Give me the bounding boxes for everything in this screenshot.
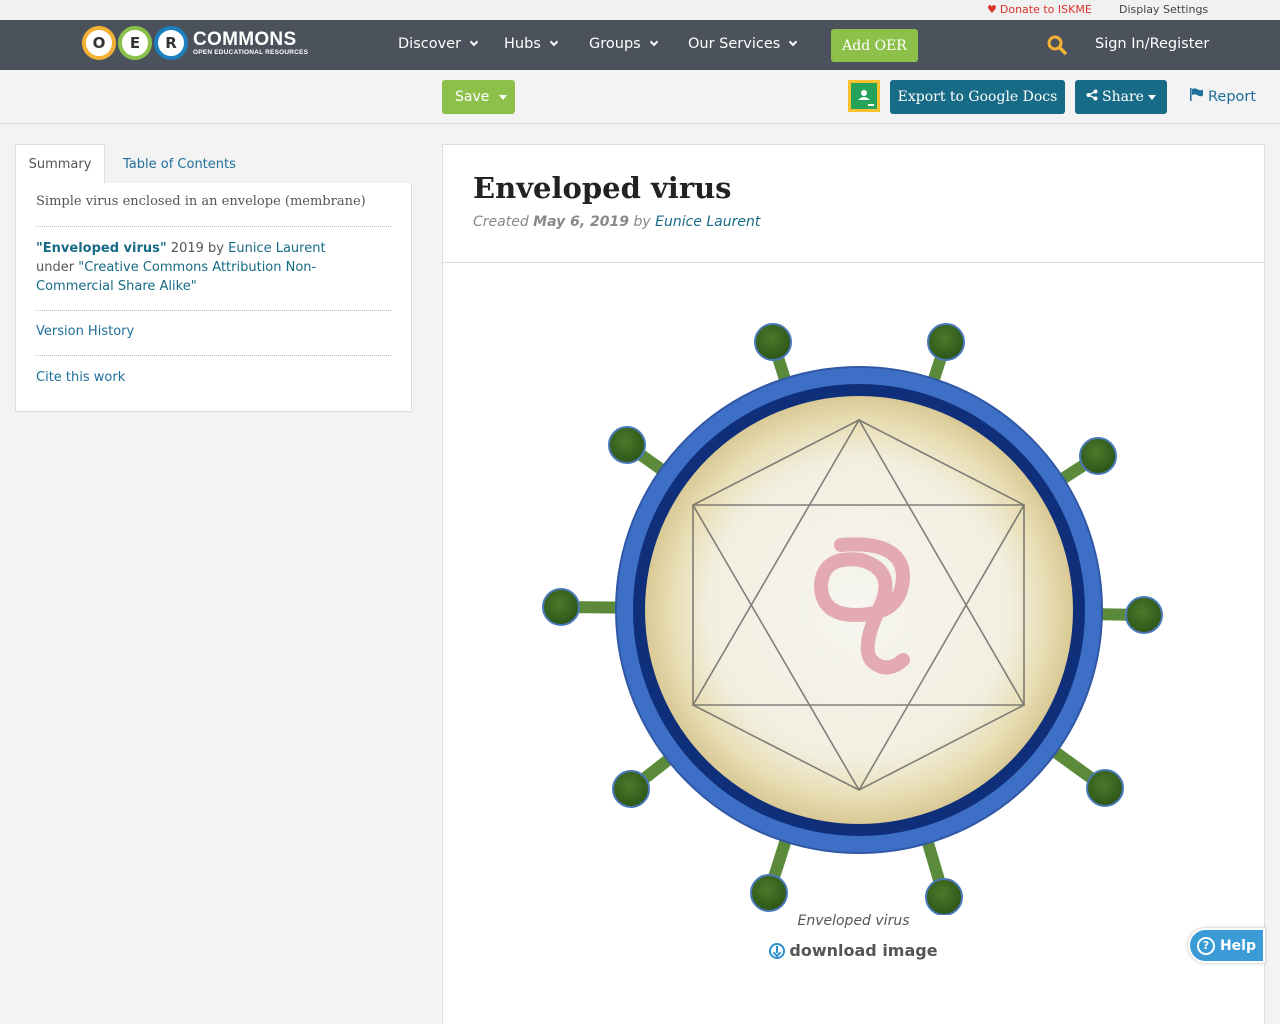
nav-discover-label: Discover [398,36,462,52]
share-label: Share [1102,89,1144,105]
spike-knob [612,770,650,808]
spike-knob [1086,769,1124,807]
question-icon: ? [1196,936,1215,955]
nav-our-services[interactable]: Our Services [688,36,798,52]
caret-down-icon [499,94,508,100]
sidebar-tabs: Summary Table of Contents [15,144,412,185]
google-classroom-icon[interactable] [848,80,880,112]
nav-groups[interactable]: Groups [589,36,658,52]
heart-icon: ♥ [987,3,997,16]
help-label: Help [1219,937,1257,954]
utility-bar: ♥ Donate to ISKME Display Settings [0,0,1280,20]
help-button[interactable]: ? Help [1188,928,1265,963]
download-label: download image [789,941,938,960]
download-image-link[interactable]: download image [443,941,1264,960]
divider [36,355,391,356]
donate-label: Donate to ISKME [999,3,1092,16]
share-icon [1086,89,1098,105]
chevron-down-icon [469,37,479,47]
spike-knob [1125,596,1163,634]
spike-knob [927,323,965,361]
flag-icon [1190,88,1204,105]
spike-knob [754,323,792,361]
add-oer-button[interactable]: Add OER [831,29,918,62]
created-line: Created May 6, 2019 by Eunice Laurent [473,214,760,230]
image-caption: Enveloped virus [797,913,910,929]
logo-letter-r: R [154,26,188,60]
nav-discover[interactable]: Discover [398,36,479,52]
attribution-by: by [208,241,224,256]
logo-letter-e: E [118,26,152,60]
export-google-docs-button[interactable]: Export to Google Docs [890,80,1065,114]
spike-knob [542,588,580,626]
logo-letter-o: O [82,26,116,60]
attribution-under: under [36,260,75,275]
caret-down-icon [1147,94,1156,100]
spike-knob [925,878,963,916]
report-link[interactable]: Report [1190,88,1256,105]
created-prefix: Created [473,214,529,230]
main-navbar: O E R COMMONS OPEN EDUCATIONAL RESOURCES… [0,20,1280,70]
download-icon [769,942,786,959]
nav-groups-label: Groups [589,36,641,52]
attribution-author-link[interactable]: Eunice Laurent [228,241,325,256]
save-button[interactable]: Save [442,80,515,114]
author-link[interactable]: Eunice Laurent [655,214,760,230]
logo-subtitle: OPEN EDUCATIONAL RESOURCES [193,48,309,56]
spike-knob [608,426,646,464]
sign-in-register-link[interactable]: Sign In/Register [1095,36,1209,52]
spike-knob [1079,437,1117,475]
share-button[interactable]: Share [1075,80,1167,114]
search-icon[interactable] [1047,35,1067,55]
version-history-link[interactable]: Version History [36,324,134,339]
enveloped-virus-image[interactable] [541,315,1171,916]
chevron-down-icon [549,37,559,47]
logo-title: COMMONS [193,28,297,50]
oer-commons-logo[interactable]: O E R COMMONS OPEN EDUCATIONAL RESOURCES [82,25,308,61]
attribution-title-link[interactable]: "Enveloped virus" [36,241,167,256]
logo-text: COMMONS OPEN EDUCATIONAL RESOURCES [193,30,308,57]
resource-description: Simple virus enclosed in an envelope (me… [36,194,366,209]
attribution: "Enveloped virus" 2019 by Eunice Laurent… [36,239,391,296]
nav-hubs[interactable]: Hubs [504,36,559,52]
chevron-down-icon [789,37,798,47]
created-date: May 6, 2019 [533,214,630,230]
page-title: Enveloped virus [473,171,732,205]
donate-link[interactable]: ♥ Donate to ISKME [987,3,1092,16]
resource-toolbar: Save Export to Google Docs Share Report [0,70,1280,124]
summary-panel: Simple virus enclosed in an envelope (me… [15,183,412,412]
nav-our-services-label: Our Services [688,36,781,52]
virus-illustration [542,323,1163,916]
report-label: Report [1208,88,1257,105]
tab-table-of-contents[interactable]: Table of Contents [123,144,236,184]
created-by: by [633,214,651,230]
resource-main: Enveloped virus Created May 6, 2019 by E… [442,144,1265,1024]
spike-knob [750,874,788,912]
divider [36,310,391,311]
license-link[interactable]: "Creative Commons Attribution Non-Commer… [36,260,316,294]
divider [36,226,391,227]
tab-summary[interactable]: Summary [15,144,105,185]
cite-this-work-link[interactable]: Cite this work [36,370,125,385]
display-settings-link[interactable]: Display Settings [1119,3,1208,16]
attribution-year: 2019 [170,241,204,256]
nav-hubs-label: Hubs [504,36,541,52]
chevron-down-icon [649,37,658,47]
resource-header: Enveloped virus Created May 6, 2019 by E… [443,145,1264,263]
save-label: Save [455,89,490,105]
